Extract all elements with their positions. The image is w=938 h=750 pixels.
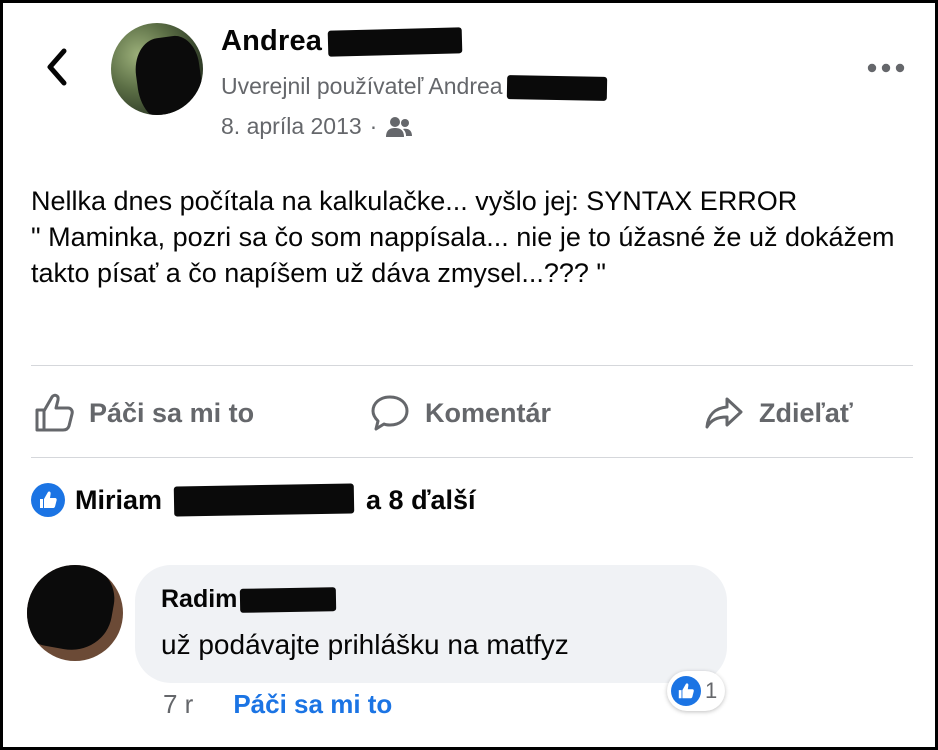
comment-label: Komentár xyxy=(425,397,552,428)
avatar-redaction xyxy=(27,565,120,657)
thumbs-up-icon xyxy=(35,393,74,432)
posted-by-text: Uverejnil používateľ Andrea xyxy=(221,73,503,99)
post-body: Nellka dnes počítala na kalkulačke... vy… xyxy=(31,183,911,291)
more-options-button[interactable] xyxy=(863,55,909,81)
like-reaction-icon xyxy=(31,483,65,517)
reaction-count: 1 xyxy=(705,678,718,703)
name-redaction xyxy=(173,483,355,517)
name-redaction xyxy=(240,587,337,614)
reactor-first-name: Miriam xyxy=(75,484,163,515)
reactions-summary[interactable]: Miriam a 8 ďalší xyxy=(31,483,476,517)
like-label: Páči sa mi to xyxy=(89,397,255,428)
divider xyxy=(31,365,913,366)
comment-footer: 7 r Páči sa mi to xyxy=(163,689,392,720)
more-horizontal-icon xyxy=(867,63,905,73)
like-button[interactable]: Páči sa mi to xyxy=(33,388,254,438)
post-line: " Maminka, pozri sa čo som nappísala... … xyxy=(31,222,903,288)
comment-time: 7 r xyxy=(163,689,194,719)
commenter-name[interactable]: Radim xyxy=(161,585,337,614)
friends-icon xyxy=(386,116,413,137)
post-screen: Andrea Uverejnil používateľ Andrea 8. ap… xyxy=(0,0,938,750)
avatar-redaction xyxy=(131,32,203,115)
name-redaction xyxy=(506,75,607,101)
post-date[interactable]: 8. apríla 2013 xyxy=(221,113,362,140)
author-name[interactable]: Andrea xyxy=(221,25,463,58)
comment-bubble-icon xyxy=(371,395,409,431)
meta-separator: · xyxy=(369,113,378,139)
commenter-first-name: Radim xyxy=(161,585,238,613)
comment-like-button[interactable]: Páči sa mi to xyxy=(233,689,392,720)
share-arrow-icon xyxy=(705,397,743,429)
author-avatar[interactable] xyxy=(111,23,203,115)
comment-button[interactable]: Komentár xyxy=(369,388,551,438)
like-reaction-icon xyxy=(671,676,701,706)
post-line: Nellka dnes počítala na kalkulačke... vy… xyxy=(31,186,798,216)
chevron-left-icon xyxy=(47,48,67,86)
posted-by: Uverejnil používateľ Andrea xyxy=(221,73,607,101)
author-first-name: Andrea xyxy=(221,25,323,57)
back-button[interactable] xyxy=(37,47,77,87)
comment-bubble: Radim už podávajte prihlášku na matfyz xyxy=(135,565,727,683)
name-redaction xyxy=(327,27,463,58)
commenter-avatar[interactable] xyxy=(27,565,123,661)
share-button[interactable]: Zdieľať xyxy=(703,388,853,438)
comment-text: už podávajte prihlášku na matfyz xyxy=(161,629,569,660)
reactions-rest: a 8 ďalší xyxy=(366,484,476,515)
share-label: Zdieľať xyxy=(759,397,853,428)
divider xyxy=(31,457,913,458)
post-meta: 8. apríla 2013 · xyxy=(221,113,413,140)
comment-reaction-count[interactable]: 1 xyxy=(667,671,726,711)
